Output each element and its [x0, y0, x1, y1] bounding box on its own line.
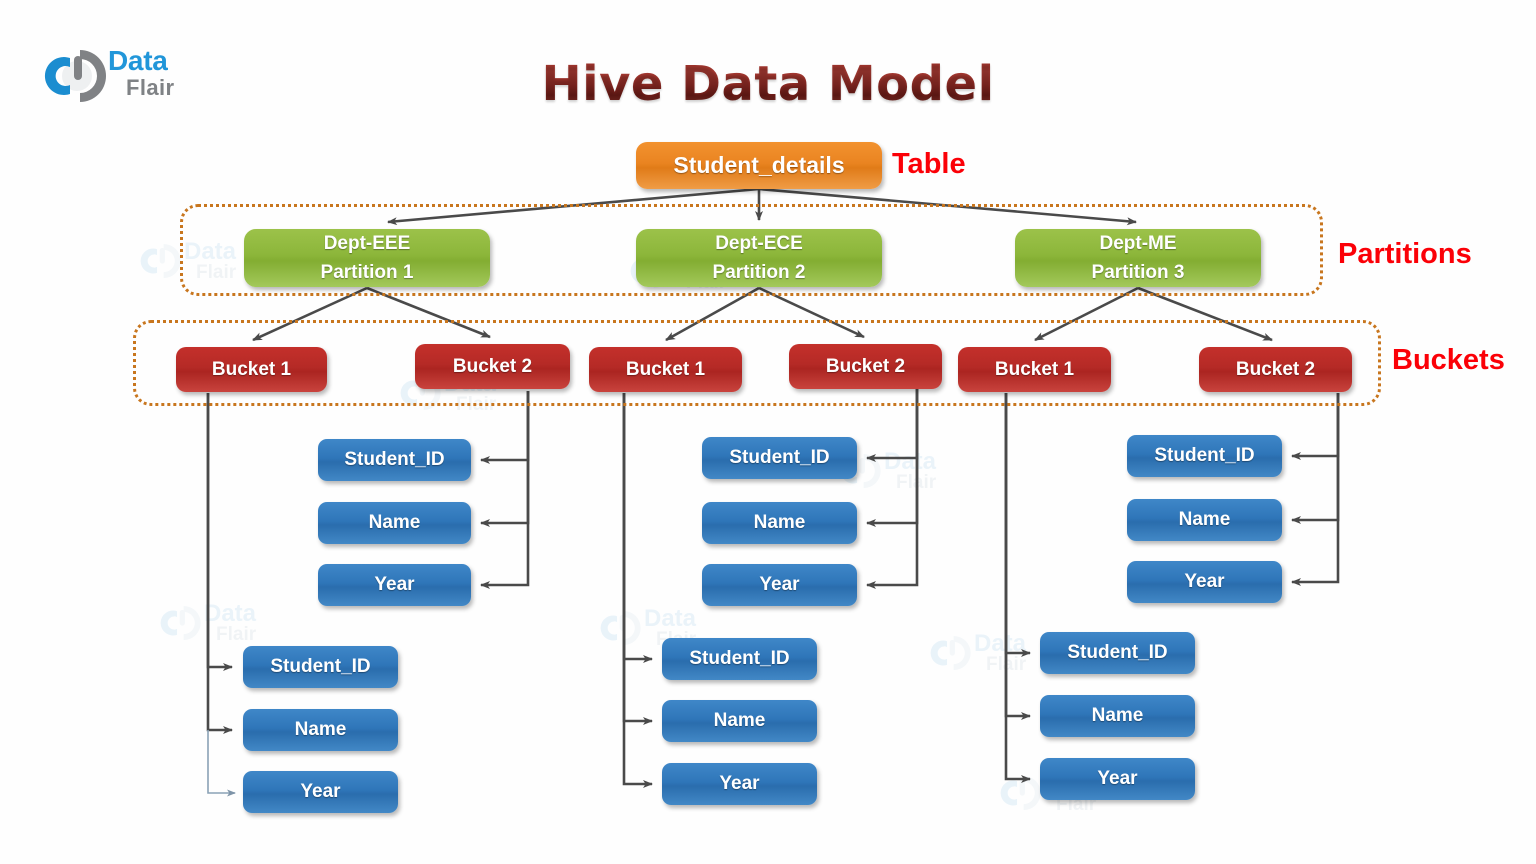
partition-node-3-line-1: Dept-ME [1099, 232, 1177, 254]
field-node-ece-bucket2-fields-student_id[interactable]: Student_ID [702, 437, 857, 479]
dataflair-watermark-text-flair: Flair [986, 654, 1027, 675]
bucket-node-3-line-1: Bucket 1 [625, 358, 706, 380]
field-node-ece-bucket1-fields-student_id-line-1: Student_ID [689, 648, 790, 670]
field-node-eee-bucket1-fields-student_id-line-1: Student_ID [270, 656, 371, 678]
field-node-me-bucket2-fields-year[interactable]: Year [1127, 561, 1282, 603]
field-node-me-bucket1-fields-student_id[interactable]: Student_ID [1040, 632, 1195, 674]
bucket-node-6[interactable]: Bucket 2 [1199, 347, 1352, 392]
field-node-me-bucket1-fields-name-line-1: Name [1091, 705, 1144, 727]
field-node-eee-bucket2-fields-year[interactable]: Year [318, 564, 471, 606]
field-node-me-bucket1-fields-name[interactable]: Name [1040, 695, 1195, 737]
field-node-me-bucket1-fields-student_id-line-1: Student_ID [1067, 642, 1168, 664]
field-node-me-bucket1-fields-year-line-1: Year [1097, 768, 1138, 790]
bucket-node-2-line-1: Bucket 2 [452, 355, 533, 377]
bucket-node-1-line-1: Bucket 1 [211, 358, 292, 380]
partition-node-1-line-1: Dept-EEE [323, 232, 411, 254]
field-node-eee-bucket2-fields-year-line-1: Year [374, 574, 415, 596]
field-node-eee-bucket1-fields-year-line-1: Year [300, 781, 341, 803]
field-node-ece-bucket1-fields-student_id[interactable]: Student_ID [662, 638, 817, 680]
table-node-student-details[interactable]: Student_details [636, 142, 882, 189]
dataflair-watermark-text-data: Data [644, 605, 697, 632]
table-group-label: Table [892, 148, 966, 180]
partition-node-2-line-2: Partition 2 [712, 261, 806, 283]
field-node-me-bucket2-fields-name-line-1: Name [1178, 509, 1231, 531]
field-node-eee-bucket1-fields-year[interactable]: Year [243, 771, 398, 813]
dataflair-watermark-icon [1000, 772, 1042, 814]
bucket-node-2[interactable]: Bucket 2 [415, 344, 570, 389]
dataflair-watermark-text-flair: Flair [216, 624, 257, 645]
table-node-student-details-line-1: Student_details [673, 152, 845, 179]
field-node-ece-bucket1-fields-name-line-1: Name [713, 710, 766, 732]
field-node-eee-bucket1-fields-student_id[interactable]: Student_ID [243, 646, 398, 688]
field-node-ece-bucket2-fields-year[interactable]: Year [702, 564, 857, 606]
bucket-node-3[interactable]: Bucket 1 [589, 347, 742, 392]
diagram-canvas: DataFlairDataFlairDataFlairDataFlairData… [0, 0, 1536, 864]
partition-node-3[interactable]: Dept-ME Partition 3 [1015, 229, 1261, 287]
field-node-eee-bucket2-fields-name-line-1: Name [368, 512, 421, 534]
field-node-eee-bucket2-fields-student_id[interactable]: Student_ID [318, 439, 471, 481]
field-node-me-bucket2-fields-student_id[interactable]: Student_ID [1127, 435, 1282, 477]
partition-node-1-line-2: Partition 1 [320, 261, 414, 283]
partition-node-1[interactable]: Dept-EEE Partition 1 [244, 229, 490, 287]
dataflair-watermark-icon [140, 240, 182, 282]
bucket-node-4[interactable]: Bucket 2 [789, 344, 942, 389]
field-node-ece-bucket1-fields-year[interactable]: Year [662, 763, 817, 805]
field-node-ece-bucket2-fields-name[interactable]: Name [702, 502, 857, 544]
field-node-me-bucket2-fields-student_id-line-1: Student_ID [1154, 445, 1255, 467]
dataflair-watermark-text-data: Data [974, 630, 1027, 657]
partition-node-3-line-2: Partition 3 [1091, 261, 1185, 283]
field-node-me-bucket1-fields-year[interactable]: Year [1040, 758, 1195, 800]
field-node-ece-bucket2-fields-student_id-line-1: Student_ID [729, 447, 830, 469]
bucket-node-1[interactable]: Bucket 1 [176, 347, 327, 392]
field-node-eee-bucket1-fields-name[interactable]: Name [243, 709, 398, 751]
bucket-node-5-line-1: Bucket 1 [994, 358, 1075, 380]
bucket-node-4-line-1: Bucket 2 [825, 355, 906, 377]
dataflair-watermark-icon [930, 632, 972, 674]
partitions-group-label: Partitions [1338, 238, 1472, 270]
field-node-ece-bucket2-fields-year-line-1: Year [759, 574, 800, 596]
field-node-ece-bucket1-fields-year-line-1: Year [719, 773, 760, 795]
dataflair-watermark-icon [600, 607, 642, 649]
field-node-me-bucket2-fields-name[interactable]: Name [1127, 499, 1282, 541]
field-node-ece-bucket2-fields-name-line-1: Name [753, 512, 806, 534]
field-node-eee-bucket1-fields-name-line-1: Name [294, 719, 347, 741]
field-node-me-bucket2-fields-year-line-1: Year [1184, 571, 1225, 593]
dataflair-watermark-icon [160, 602, 202, 644]
buckets-group-label: Buckets [1392, 344, 1505, 376]
dataflair-watermark-text-data: Data [204, 600, 257, 627]
field-node-eee-bucket2-fields-name[interactable]: Name [318, 502, 471, 544]
field-node-eee-bucket2-fields-student_id-line-1: Student_ID [344, 449, 445, 471]
bucket-node-5[interactable]: Bucket 1 [958, 347, 1111, 392]
partition-node-2-line-1: Dept-ECE [715, 232, 803, 254]
dataflair-watermark-text-flair: Flair [896, 472, 937, 493]
field-node-ece-bucket1-fields-name[interactable]: Name [662, 700, 817, 742]
partition-node-2[interactable]: Dept-ECE Partition 2 [636, 229, 882, 287]
dataflair-watermark-text-data: Data [884, 448, 937, 475]
bucket-node-6-line-1: Bucket 2 [1235, 358, 1316, 380]
page-title: Hive Data Model [0, 56, 1536, 112]
